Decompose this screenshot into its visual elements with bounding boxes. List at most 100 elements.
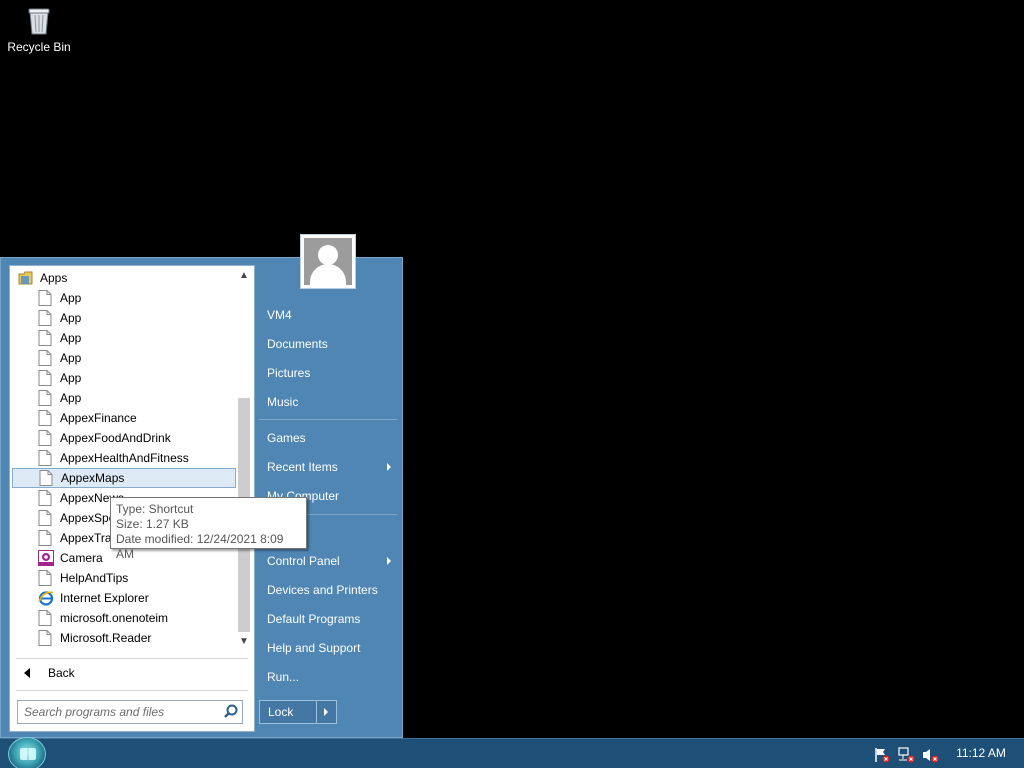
file-icon: [38, 310, 52, 326]
menu-item-label: Music: [267, 395, 299, 409]
menu-item-label: Run...: [267, 670, 300, 684]
program-label: Camera: [60, 551, 103, 565]
windows-logo-icon: [20, 748, 36, 760]
start-menu-item-vm4[interactable]: VM4: [259, 302, 397, 328]
back-label: Back: [48, 666, 75, 680]
start-menu-item-recent-items[interactable]: Recent Items: [259, 454, 397, 480]
program-list: Apps App App App App App App AppexFinance Appex…: [10, 266, 254, 650]
volume-muted-icon[interactable]: [922, 747, 939, 763]
file-icon: [38, 370, 52, 386]
start-menu-item-devices-and-printers[interactable]: Devices and Printers: [259, 577, 397, 603]
start-menu-item-documents[interactable]: Documents: [259, 331, 397, 357]
program-label: AppexFinance: [60, 411, 137, 425]
program-item[interactable]: App: [12, 288, 236, 308]
program-item[interactable]: microsoft.onenoteim: [12, 608, 236, 628]
tooltip-type: Type: Shortcut: [116, 502, 194, 516]
file-icon: [38, 510, 52, 526]
camera-icon: [38, 550, 54, 566]
program-label: AppexHealthAndFitness: [60, 451, 189, 465]
network-icon[interactable]: [898, 747, 915, 763]
program-label: App: [60, 311, 82, 325]
start-menu-item-run[interactable]: Run...: [259, 664, 397, 690]
menu-item-label: Documents: [267, 337, 328, 351]
program-label: AppexMaps: [61, 471, 125, 485]
program-item[interactable]: HelpAndTips: [12, 568, 236, 588]
program-label: AppexTrav: [60, 531, 118, 545]
file-icon: [38, 630, 52, 646]
program-label: Internet Explorer: [60, 591, 149, 605]
folder-label: Apps: [40, 271, 68, 285]
back-button[interactable]: Back: [16, 662, 248, 684]
user-account-picture[interactable]: [300, 234, 356, 289]
menu-item-label: Devices and Printers: [267, 583, 378, 597]
tooltip-date-modified: Date modified: 12/24/2021 8:09 AM: [116, 532, 284, 561]
start-menu-item-pictures[interactable]: Pictures: [259, 360, 397, 386]
file-icon: [38, 530, 52, 546]
file-icon: [38, 450, 52, 466]
menu-item-label: Pictures: [267, 366, 311, 380]
file-icon: [38, 390, 52, 406]
program-item[interactable]: App: [12, 388, 236, 408]
submenu-arrow-icon: [387, 557, 391, 565]
lock-options-arrow-icon[interactable]: [316, 701, 336, 723]
program-item[interactable]: Internet Explorer: [12, 588, 236, 608]
menu-item-label: Default Programs: [267, 612, 361, 626]
lock-button-group: Lock: [259, 700, 337, 724]
menu-item-label: Recent Items: [267, 460, 338, 474]
program-label: AppexSpo: [60, 511, 116, 525]
program-label: App: [60, 371, 82, 385]
program-item[interactable]: AppexFoodAndDrink: [12, 428, 236, 448]
program-label: AppexFoodAndDrink: [60, 431, 171, 445]
program-item[interactable]: AppexFinance: [12, 408, 236, 428]
program-label: microsoft.onenoteim: [60, 611, 169, 625]
file-icon: [38, 290, 52, 306]
shortcut-tooltip: Type: Shortcut Size: 1.27 KB Date modifi…: [110, 497, 307, 561]
taskbar-clock[interactable]: 11:12 AM: [950, 746, 1012, 762]
menu-item-label: VM4: [267, 308, 292, 322]
program-label: App: [60, 291, 82, 305]
lock-button[interactable]: Lock: [260, 705, 316, 719]
program-label: Microsoft.Reader: [60, 631, 152, 645]
program-label: App: [60, 331, 82, 345]
start-button[interactable]: [8, 737, 46, 768]
recycle-bin-label: Recycle Bin: [7, 40, 71, 54]
tooltip-size: Size: 1.27 KB: [116, 517, 189, 531]
program-item[interactable]: App: [12, 308, 236, 328]
file-icon: [39, 470, 53, 486]
menu-separator: [259, 419, 397, 420]
internet-explorer-icon: [38, 590, 54, 606]
program-item[interactable]: AppexMaps: [12, 468, 236, 488]
taskbar: 11:12 AM: [0, 737, 1024, 768]
search-input[interactable]: [24, 705, 220, 719]
recycle-bin-shortcut[interactable]: Recycle Bin: [4, 4, 74, 54]
program-item[interactable]: App: [12, 348, 236, 368]
program-list-scrollbar[interactable]: ▲ ▼: [236, 268, 252, 650]
submenu-arrow-icon: [387, 463, 391, 471]
divider: [16, 658, 248, 659]
program-label: App: [60, 351, 82, 365]
recycle-bin-icon: [26, 6, 52, 36]
scroll-down-arrow-icon[interactable]: ▼: [236, 634, 252, 650]
scroll-up-arrow-icon[interactable]: ▲: [236, 268, 252, 284]
program-item[interactable]: AppexHealthAndFitness: [12, 448, 236, 468]
file-icon: [38, 350, 52, 366]
file-icon: [38, 330, 52, 346]
folder-apps[interactable]: Apps: [18, 268, 242, 288]
start-menu-item-help-and-support[interactable]: Help and Support: [259, 635, 397, 661]
file-icon: [38, 610, 52, 626]
file-icon: [38, 570, 52, 586]
action-center-flag-icon[interactable]: [874, 747, 890, 763]
back-arrow-icon: [24, 668, 30, 678]
search-box[interactable]: [17, 700, 243, 724]
start-menu-item-games[interactable]: Games: [259, 425, 397, 451]
program-item[interactable]: App: [12, 368, 236, 388]
program-label: HelpAndTips: [60, 571, 129, 585]
program-label: App: [60, 391, 82, 405]
file-icon: [38, 490, 52, 506]
search-icon[interactable]: [220, 701, 242, 723]
start-menu-item-default-programs[interactable]: Default Programs: [259, 606, 397, 632]
program-item[interactable]: Microsoft.Reader: [12, 628, 236, 648]
user-avatar-icon: [304, 238, 352, 285]
program-item[interactable]: App: [12, 328, 236, 348]
start-menu-item-music[interactable]: Music: [259, 389, 397, 415]
